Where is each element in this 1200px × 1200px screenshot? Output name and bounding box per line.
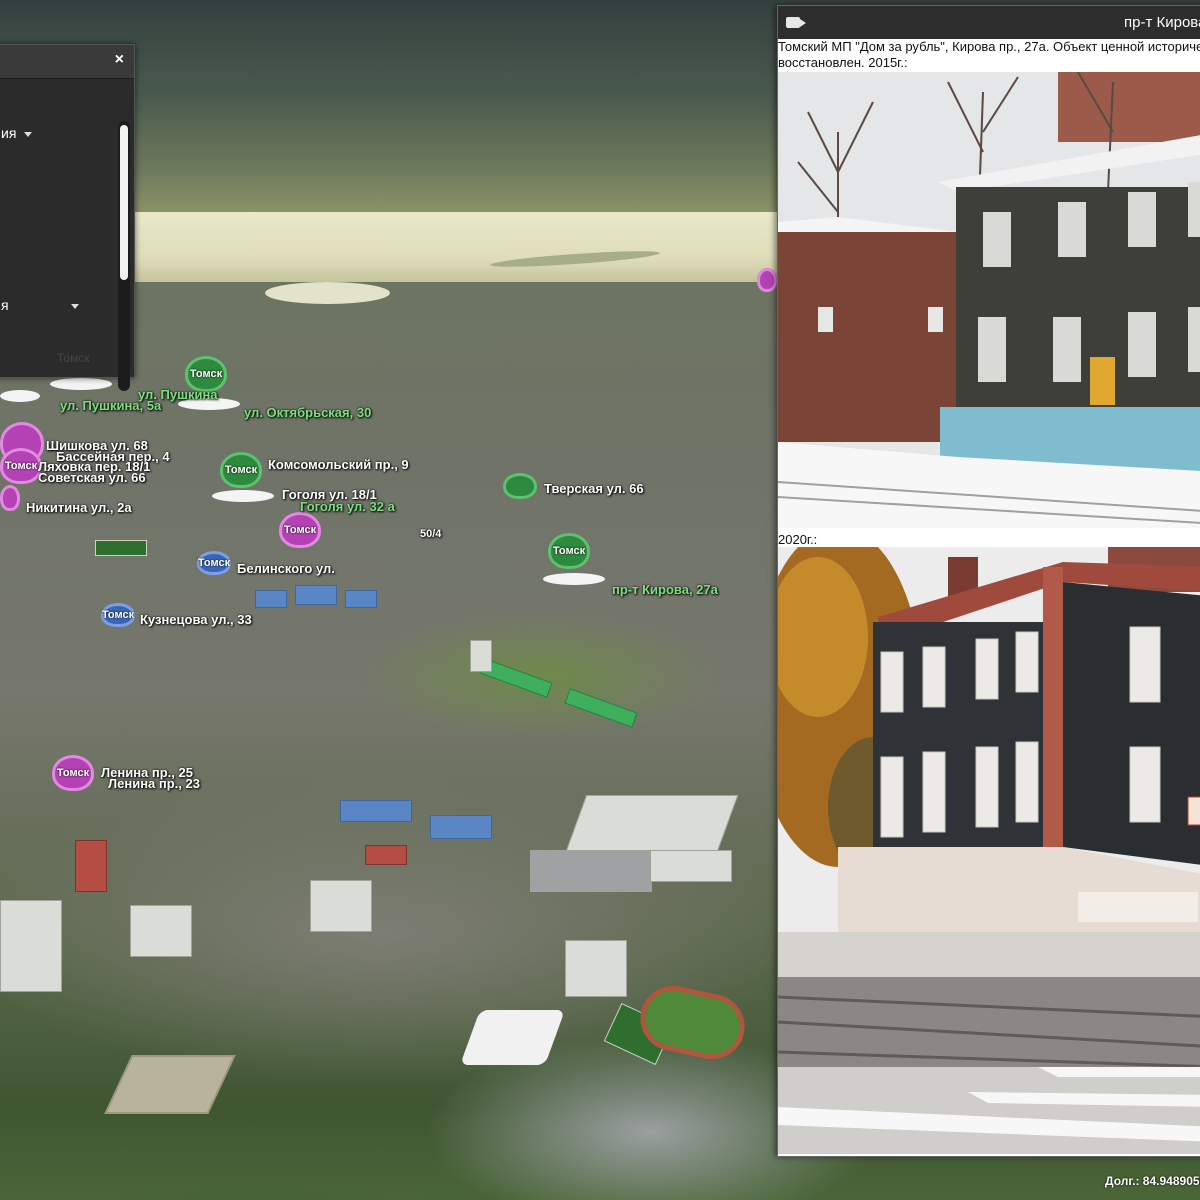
- map-label: Никитина ул., 2а: [26, 500, 132, 515]
- building: [563, 795, 739, 857]
- layer-dropdown[interactable]: ия: [1, 125, 33, 141]
- layers-panel: × ия я Томск: [0, 44, 135, 391]
- map-label: ул. Октябрьская, 30: [244, 405, 372, 420]
- panel-scrollbar-thumb[interactable]: [120, 125, 128, 280]
- description-line: Томский МП "Дом за рубль", Кирова пр., 2…: [778, 39, 1200, 54]
- map-label: Тверская ул. 66: [544, 481, 644, 496]
- building: [365, 845, 407, 865]
- map-label: 50/4: [420, 528, 442, 540]
- map-marker[interactable]: [503, 473, 537, 499]
- map-label: ул. Пушкина, 5а: [60, 398, 162, 413]
- marker-label: Томск: [101, 609, 135, 621]
- popup-header[interactable]: пр-т Кирова, 27а: [778, 6, 1200, 39]
- map-marker[interactable]: Томск: [52, 755, 94, 791]
- layer-dropdown-value: ия: [1, 125, 17, 141]
- building: [310, 880, 372, 932]
- building: [255, 590, 287, 608]
- marker-label: Томск: [4, 460, 38, 472]
- photo-2015-image: [778, 71, 1200, 528]
- description-line: восстановлен. 2015г.:: [778, 55, 908, 70]
- map-marker[interactable]: Томск: [220, 452, 262, 488]
- marker-shadow: [543, 573, 605, 585]
- close-icon[interactable]: ×: [115, 51, 124, 69]
- map-label: Ленина пр., 23: [108, 776, 200, 791]
- map-marker[interactable]: [0, 485, 20, 511]
- building: [530, 850, 652, 892]
- building: [295, 585, 337, 605]
- marker-label: Томск: [224, 464, 258, 476]
- map-marker[interactable]: Томск: [279, 512, 321, 548]
- layers-panel-titlebar[interactable]: ×: [0, 45, 134, 79]
- photo-2015: [778, 71, 1200, 528]
- building: [650, 850, 732, 882]
- map-marker[interactable]: Томск: [0, 448, 42, 484]
- building: [0, 900, 62, 992]
- marker-shadow: [212, 490, 274, 502]
- map-label: Советская ул. 66: [38, 470, 146, 485]
- map-marker[interactable]: Томск: [197, 551, 231, 575]
- coordinates-readout: Долг.: 84.9489056: [1105, 1174, 1200, 1188]
- map-label: Гоголя ул. 32 а: [300, 499, 395, 514]
- map-label: Белинского ул.: [237, 561, 335, 576]
- map-label: Кузнецова ул., 33: [140, 612, 252, 627]
- map-label: Комсомольский пр., 9: [268, 457, 409, 472]
- river: [265, 282, 390, 304]
- building: [565, 940, 627, 997]
- popup-description: Томский МП "Дом за рубль", Кирова пр., 2…: [778, 39, 1200, 71]
- building: [470, 640, 492, 672]
- building: [75, 840, 107, 892]
- marker-label: Томск: [56, 767, 90, 779]
- sports-field: [95, 540, 147, 556]
- marker-label: Томск: [552, 545, 586, 557]
- building: [345, 590, 377, 608]
- panel-ghost-text: Томск: [57, 351, 90, 365]
- photo-2020: [778, 527, 1200, 1154]
- building: [130, 905, 192, 957]
- chevron-down-icon: [24, 131, 33, 137]
- building: [430, 815, 492, 839]
- chevron-down-icon: [70, 303, 79, 309]
- map-label: пр-т Кирова, 27а: [612, 582, 718, 597]
- marker-label: Томск: [283, 524, 317, 536]
- marker-label: Томск: [197, 557, 231, 569]
- building: [340, 800, 412, 822]
- map-marker[interactable]: Томск: [548, 533, 590, 569]
- marker-shadow: [0, 390, 40, 402]
- photo-2020-image: [778, 527, 1200, 1154]
- map-marker[interactable]: Томск: [101, 603, 135, 627]
- popup-title: пр-т Кирова, 27а: [1124, 14, 1200, 31]
- video-camera-icon[interactable]: [786, 17, 806, 28]
- marker-shadow: [50, 378, 112, 390]
- map-marker[interactable]: [757, 268, 777, 292]
- marker-label: Томск: [189, 368, 223, 380]
- layer-dropdown-value: я: [1, 297, 9, 313]
- object-info-popup: пр-т Кирова, 27а Томский МП "Дом за рубл…: [777, 5, 1200, 1157]
- layer-dropdown[interactable]: я: [1, 297, 79, 313]
- year-label-2020: 2020г.:: [778, 532, 818, 547]
